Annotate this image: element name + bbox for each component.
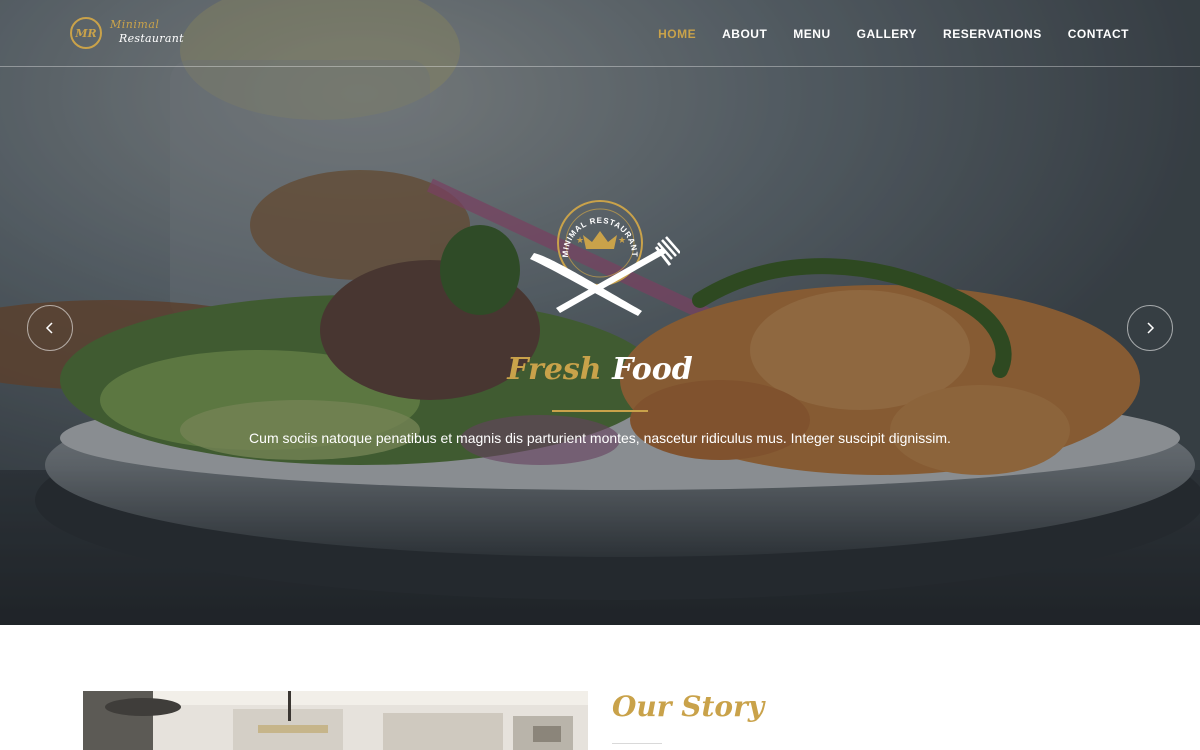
svg-text:★: ★ (618, 236, 626, 246)
nav-reservations[interactable]: RESERVATIONS (943, 27, 1042, 41)
hero-title-fresh: Fresh (507, 352, 602, 387)
hero-subtitle: Cum sociis natoque penatibus et magnis d… (249, 430, 951, 446)
restaurant-interior-image (83, 691, 588, 750)
hero-divider (552, 410, 648, 412)
site-header: MR Minimal Restaurant HOME ABOUT MENU GA… (0, 0, 1200, 67)
slider-next-button[interactable] (1127, 305, 1173, 351)
svg-text:★: ★ (576, 236, 584, 246)
logo-monogram: MR (70, 17, 102, 49)
logo-text-restaurant: Restaurant (119, 32, 184, 45)
our-story-heading: Our Story (612, 690, 765, 723)
slider-prev-button[interactable] (27, 305, 73, 351)
nav-contact[interactable]: CONTACT (1068, 27, 1129, 41)
our-story-divider (612, 743, 662, 744)
nav-home[interactable]: HOME (658, 27, 696, 41)
restaurant-emblem: MINIMAL RESTAURANT ★ ★ (530, 200, 680, 316)
hero-title-food: Food (612, 352, 693, 387)
chevron-left-icon (45, 322, 53, 334)
hero-title: Fresh Food (0, 352, 1200, 387)
nav-about[interactable]: ABOUT (722, 27, 767, 41)
crown-icon (583, 231, 617, 249)
site-logo[interactable]: MR Minimal Restaurant (70, 15, 190, 51)
nav-gallery[interactable]: GALLERY (857, 27, 917, 41)
main-nav: HOME ABOUT MENU GALLERY RESERVATIONS CON… (632, 0, 1129, 67)
logo-text-minimal: Minimal (110, 18, 160, 31)
nav-menu[interactable]: MENU (793, 27, 830, 41)
chevron-right-icon (1147, 322, 1155, 334)
